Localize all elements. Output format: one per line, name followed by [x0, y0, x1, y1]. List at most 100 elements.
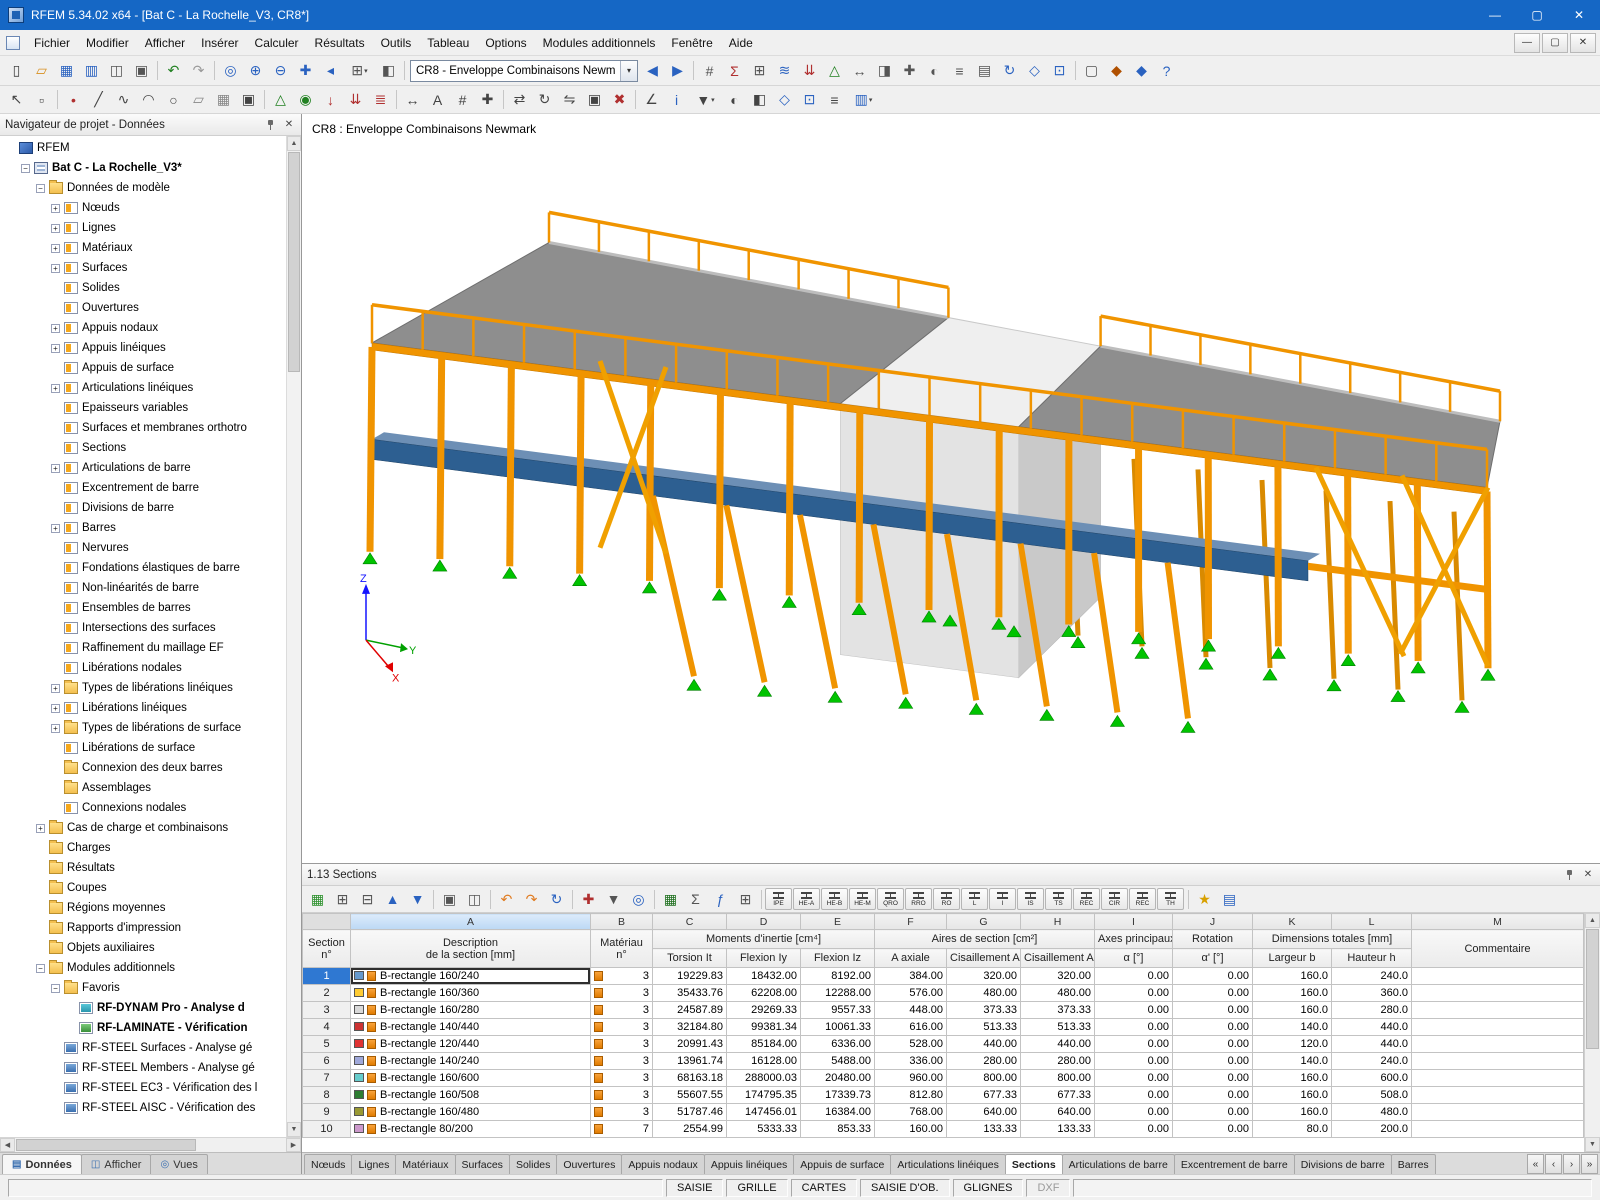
flexion-z-value-cell[interactable]: 5488.00	[801, 1053, 875, 1070]
row-number-cell[interactable]: 3	[303, 1002, 351, 1019]
line-load-icon[interactable]: ⇊	[343, 88, 368, 111]
header-hauteur[interactable]: Hauteur h	[1332, 949, 1412, 968]
tree-item-sections[interactable]: Sections	[2, 438, 285, 458]
menu-resultats[interactable]: Résultats	[307, 32, 373, 54]
surface-load-icon[interactable]: ≣	[368, 88, 393, 111]
tree-expander-icon[interactable]: +	[36, 824, 45, 833]
material-cell[interactable]: 3	[591, 985, 653, 1002]
cisaillement-y-value-cell[interactable]: 440.00	[947, 1036, 1021, 1053]
alpha-prime-value-cell[interactable]: 0.00	[1173, 1070, 1253, 1087]
zoom-in-icon[interactable]: ⊕	[243, 59, 268, 82]
cisaillement-z-value-cell[interactable]: 480.00	[1021, 985, 1095, 1002]
profile-button-l[interactable]: L	[961, 888, 988, 910]
alpha-prime-value-cell[interactable]: 0.00	[1173, 1036, 1253, 1053]
render-mode-icon[interactable]: ◨	[872, 59, 897, 82]
column-letter-H[interactable]: H	[1021, 914, 1095, 930]
header-largeur[interactable]: Largeur b	[1253, 949, 1332, 968]
iso-view-icon[interactable]: ◇	[1022, 59, 1047, 82]
tree-item-liberations-de-surface[interactable]: Libérations de surface	[2, 738, 285, 758]
tab-nav-icon-0[interactable]: «	[1527, 1154, 1544, 1174]
table-scroll-thumb[interactable]	[1586, 929, 1599, 1049]
header-cisaillement-z[interactable]: Cisaillement A	[1021, 949, 1095, 968]
tree-item-surfaces-et-membranes-orthotro[interactable]: Surfaces et membranes orthotro	[2, 418, 285, 438]
cisaillement-y-value-cell[interactable]: 640.00	[947, 1104, 1021, 1121]
fx-icon[interactable]: ƒ	[708, 888, 733, 911]
torsion-value-cell[interactable]: 2554.99	[653, 1121, 727, 1138]
navigator-tab-vues[interactable]: ◎Vues	[150, 1154, 207, 1174]
section-description-cell[interactable]: B-rectangle 160/600	[351, 1070, 591, 1087]
cisaillement-y-value-cell[interactable]: 373.33	[947, 1002, 1021, 1019]
material-cell[interactable]: 3	[591, 1070, 653, 1087]
column-letter-E[interactable]: E	[801, 914, 875, 930]
status-toggle-cartes[interactable]: CARTES	[791, 1179, 857, 1197]
tree-item-appuis-lineiques[interactable]: +Appuis linéiques	[2, 338, 285, 358]
table-tab-articulations-de-barre[interactable]: Articulations de barre	[1062, 1154, 1175, 1174]
refresh-table-icon[interactable]: ↻	[544, 888, 569, 911]
section-description-cell[interactable]: B-rectangle 160/280	[351, 1002, 591, 1019]
tree-item-rf-steel-members-analyse-ge[interactable]: RF-STEEL Members - Analyse gé	[2, 1058, 285, 1078]
zoom-all-icon[interactable]: ⊡	[797, 88, 822, 111]
redo-table-icon[interactable]: ↷	[519, 888, 544, 911]
table-tab-solides[interactable]: Solides	[509, 1154, 557, 1174]
new-circle-icon[interactable]: ○	[161, 88, 186, 111]
zoom-extents-icon[interactable]: ⊡	[1047, 59, 1072, 82]
cisaillement-z-value-cell[interactable]: 440.00	[1021, 1036, 1095, 1053]
zoom-window-icon[interactable]: ◎	[218, 59, 243, 82]
flexion-y-value-cell[interactable]: 5333.33	[727, 1121, 801, 1138]
cisaillement-z-value-cell[interactable]: 513.33	[1021, 1019, 1095, 1036]
header-torsion[interactable]: Torsion It	[653, 949, 727, 968]
table-tab-lignes[interactable]: Lignes	[351, 1154, 396, 1174]
mdi-restore-button[interactable]: ▢	[1542, 33, 1568, 53]
render-2-icon[interactable]: ◧	[747, 88, 772, 111]
header-description[interactable]: Descriptionde la section [mm]	[351, 930, 591, 968]
tree-item-raffinement-du-maillage-ef[interactable]: Raffinement du maillage EF	[2, 638, 285, 658]
tree-item-favoris[interactable]: −Favoris	[2, 978, 285, 998]
navigator-toggle-icon[interactable]: ◧	[376, 59, 401, 82]
torsion-value-cell[interactable]: 51787.46	[653, 1104, 727, 1121]
a-axiale-value-cell[interactable]: 160.00	[875, 1121, 947, 1138]
table-tab-appuis-de-surface[interactable]: Appuis de surface	[793, 1154, 891, 1174]
new-support-icon[interactable]: △	[268, 88, 293, 111]
menu-outils[interactable]: Outils	[373, 32, 420, 54]
tree-expander-icon[interactable]: +	[51, 244, 60, 253]
material-cell[interactable]: 3	[591, 1002, 653, 1019]
structural-model-view[interactable]: ZYX	[302, 114, 1600, 863]
alpha-prime-value-cell[interactable]: 0.00	[1173, 1019, 1253, 1036]
status-toggle-grille[interactable]: GRILLE	[726, 1179, 787, 1197]
tree-item-rf-dynam-pro-analyse-d[interactable]: RF-DYNAM Pro - Analyse d	[2, 998, 285, 1018]
grid-icon[interactable]: #	[450, 88, 475, 111]
pick-section-icon[interactable]: ✚	[576, 888, 601, 911]
scroll-thumb[interactable]	[288, 152, 300, 372]
dimensions-icon[interactable]: ↔	[847, 59, 872, 82]
header-dimensions-group[interactable]: Dimensions totales [mm]	[1253, 930, 1412, 949]
alpha-value-cell[interactable]: 0.00	[1095, 1087, 1173, 1104]
tree-scrollbar[interactable]: ▲ ▼	[286, 136, 301, 1137]
hauteur-value-cell[interactable]: 240.0	[1332, 968, 1412, 985]
row-number-cell[interactable]: 2	[303, 985, 351, 1002]
cisaillement-z-value-cell[interactable]: 320.00	[1021, 968, 1095, 985]
calculate-icon[interactable]: ≋	[772, 59, 797, 82]
tree-item-cas-de-charge-et-combinaisons[interactable]: +Cas de charge et combinaisons	[2, 818, 285, 838]
close-button[interactable]: ✕	[1558, 0, 1600, 30]
comment-cell[interactable]	[1412, 1070, 1584, 1087]
alpha-value-cell[interactable]: 0.00	[1095, 1002, 1173, 1019]
tree-expander-icon[interactable]: −	[36, 184, 45, 193]
display-properties-icon[interactable]: ▥▾	[847, 88, 880, 111]
alpha-value-cell[interactable]: 0.00	[1095, 1053, 1173, 1070]
save-all-icon[interactable]: ▥	[79, 59, 104, 82]
row-number-cell[interactable]: 1	[303, 968, 351, 985]
cisaillement-z-value-cell[interactable]: 133.33	[1021, 1121, 1095, 1138]
tree-expander-icon[interactable]: +	[51, 224, 60, 233]
column-letter-L[interactable]: L	[1332, 914, 1412, 930]
alpha-value-cell[interactable]: 0.00	[1095, 1036, 1173, 1053]
print-preview-icon[interactable]: ▣	[129, 59, 154, 82]
torsion-value-cell[interactable]: 55607.55	[653, 1087, 727, 1104]
tree-item-connexions-nodales[interactable]: Connexions nodales	[2, 798, 285, 818]
status-toggle-saisie-d-ob[interactable]: SAISIE D'OB.	[860, 1179, 950, 1197]
tree-item-lignes[interactable]: +Lignes	[2, 218, 285, 238]
column-letter-F[interactable]: F	[875, 914, 947, 930]
tree-expander-icon[interactable]: +	[51, 684, 60, 693]
tree-item-rapports-d-impression[interactable]: Rapports d'impression	[2, 918, 285, 938]
wireframe-icon[interactable]: ▤	[972, 59, 997, 82]
torsion-value-cell[interactable]: 13961.74	[653, 1053, 727, 1070]
